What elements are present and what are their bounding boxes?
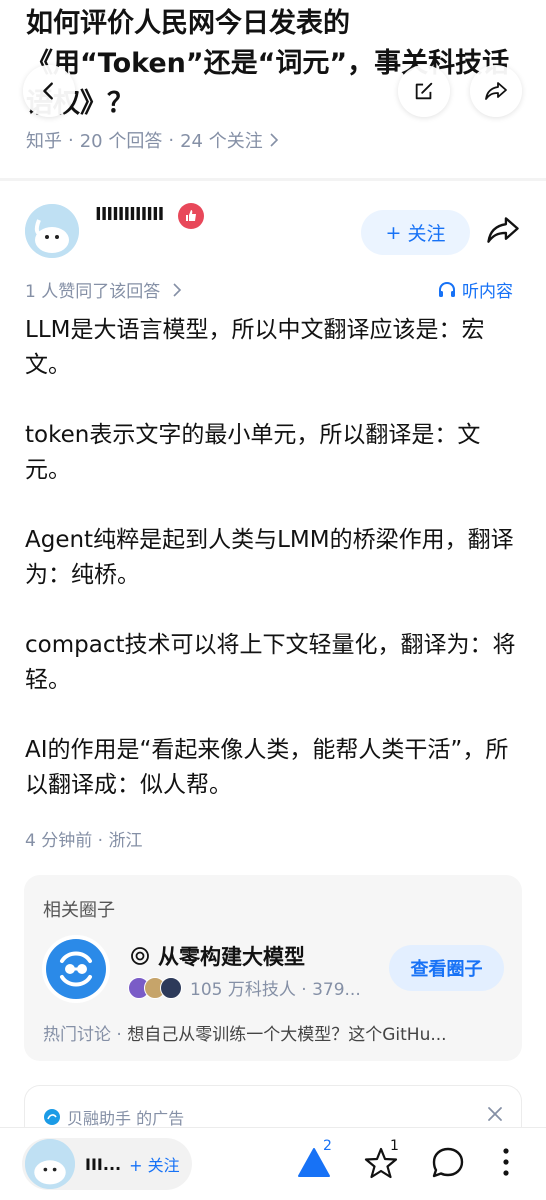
share-icon [487,217,519,243]
comment-button[interactable] [430,1146,466,1184]
circle-members: 105 万科技人 · 379... [128,975,361,1000]
share-button-top[interactable] [470,65,522,117]
hot-discussion[interactable]: 热门讨论 · 想自己从零训练一个大模型？这个GitHu... [43,1020,505,1045]
followers-count: 24 个关注 [180,131,263,152]
more-vertical-icon [503,1148,509,1176]
separator: · [68,129,74,151]
favorite-count: 1 [390,1138,399,1154]
chevron-right-icon [270,133,278,147]
answer-time: 4 分钟前 [25,831,93,851]
hot-label: 热门讨论 · [43,1025,122,1045]
follow-button[interactable]: + 关注 [361,210,470,255]
circle-heading: 相关圈子 [43,900,115,921]
answer-paragraph: AI的作用是“看起来像人类，能帮人类干活”，所以翻译成：似人帮。 [25,737,509,798]
question-meta[interactable]: 知乎 · 20 个回答 · 24 个关注 [26,127,279,153]
vote-text: 1 人赞同了该回答 [25,282,161,302]
answer-meta: 4 分钟前 · 浙江 [25,831,143,851]
close-icon [488,1107,502,1121]
ad-label-text: 贝融助手 的广告 [67,1109,185,1128]
related-circle-card[interactable]: 相关圈子 从零构建大模型 105 万科技人 · 379... 查看圈子 热门讨论… [24,875,522,1061]
more-button[interactable] [496,1146,516,1184]
bottom-action-bar: III... + 关注 2 1 [0,1127,546,1200]
close-ad-button[interactable] [487,1106,503,1126]
answers-count: 20 个回答 [79,131,163,152]
listen-button[interactable]: 听内容 [438,277,513,302]
author-avatar[interactable] [25,204,79,258]
chevron-left-icon [43,82,53,100]
listen-label: 听内容 [462,282,513,302]
answer-paragraph: LLM是大语言模型，所以中文翻译应该是：宏文。 [25,317,485,378]
circle-icon [131,947,149,965]
circle-name-text: 从零构建大模型 [158,945,305,969]
separator: · [168,129,175,151]
follow-label: 关注 [407,223,446,245]
answer-location: 浙江 [108,831,143,851]
write-answer-button[interactable] [398,65,450,117]
source-label: 知乎 [26,131,62,152]
circle-members-text: 105 万科技人 · 379... [190,980,361,1000]
comment-icon [432,1147,464,1178]
circle-name[interactable]: 从零构建大模型 [130,941,305,971]
answer-paragraph: compact技术可以将上下文轻量化，翻译为：将轻。 [25,632,516,693]
share-icon [485,82,507,100]
section-divider [0,178,546,181]
vote-summary[interactable]: 1 人赞同了该回答 [25,277,182,302]
plus-icon: + [385,221,402,244]
bottom-author-chip[interactable]: III... + 关注 [22,1138,192,1190]
bottom-follow-button[interactable]: + 关注 [129,1152,180,1176]
author-name[interactable]: IIIIIIIIIIII [95,204,164,225]
thumbs-up-badge-icon [178,203,204,229]
edit-icon [415,82,433,100]
member-avatars [128,976,182,999]
headphones-icon [439,281,455,297]
hot-text: 想自己从零训练一个大模型？这个GitHu... [127,1025,447,1045]
bottom-author-avatar[interactable] [25,1139,75,1189]
upvote-count: 2 [323,1138,332,1154]
share-answer-button[interactable] [485,214,521,250]
circle-logo[interactable] [42,935,110,1003]
advertiser-logo-icon [44,1109,60,1125]
bottom-author-name: III... [85,1154,122,1174]
back-button[interactable] [23,65,75,117]
answer-content: LLM是大语言模型，所以中文翻译应该是：宏文。 token表示文字的最小单元，所… [25,313,521,838]
chevron-right-icon [173,283,181,297]
answer-paragraph: token表示文字的最小单元，所以翻译是：文元。 [25,422,481,483]
view-circle-button[interactable]: 查看圈子 [389,945,504,991]
answer-paragraph: Agent纯粹是起到人类与LMM的桥梁作用，翻译为：纯桥。 [25,527,514,588]
ad-label: 贝融助手 的广告 [43,1105,184,1129]
